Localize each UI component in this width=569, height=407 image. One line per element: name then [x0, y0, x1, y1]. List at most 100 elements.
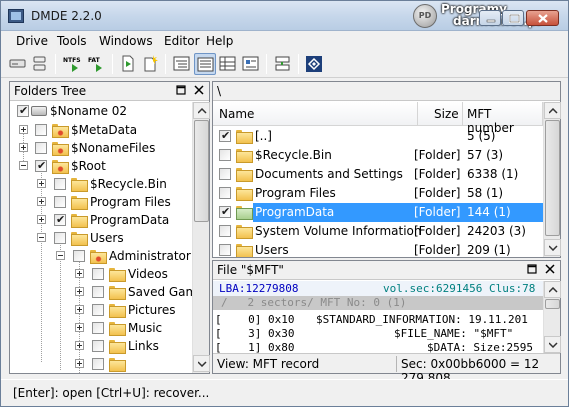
tree-item-root[interactable]: $Root — [10, 157, 192, 175]
tree-item-partial[interactable] — [10, 355, 192, 373]
scroll-thumb[interactable] — [545, 120, 560, 236]
tree-item-links[interactable]: Links — [10, 337, 192, 355]
file-checkbox[interactable] — [219, 187, 231, 199]
scroll-down-button[interactable] — [544, 239, 561, 256]
about-button[interactable] — [303, 53, 325, 75]
split-view-button[interactable] — [272, 53, 294, 75]
file-row-programdata[interactable]: ProgramData [Folder] 144 (1) — [213, 203, 543, 222]
scroll-up-button[interactable] — [193, 102, 210, 119]
pane-close-icon[interactable] — [194, 85, 205, 96]
tree-checkbox[interactable] — [92, 268, 104, 280]
view-mode-label[interactable]: View: MFT record — [217, 357, 319, 371]
tree-checkbox[interactable] — [73, 250, 85, 262]
partitions-button[interactable] — [29, 53, 51, 75]
tree-checkbox[interactable] — [92, 322, 104, 334]
scroll-up-button[interactable] — [544, 102, 561, 119]
title-bar[interactable]: DMDE 2.2.0 PD Programy darmo.net.pl — [1, 1, 568, 31]
scroll-thumb[interactable] — [194, 120, 209, 222]
expand-icon[interactable] — [75, 305, 84, 314]
menu-editor[interactable]: Editor — [164, 34, 200, 48]
tree-item-music[interactable]: Music — [10, 319, 192, 337]
folders-tree-scrollbar[interactable] — [192, 102, 210, 373]
tree-item-metadata[interactable]: $MetaData — [10, 121, 192, 139]
file-row-parent[interactable]: [..] 5 (5) — [213, 127, 543, 146]
tree-item-users[interactable]: Users — [10, 229, 192, 247]
disk-select-button[interactable] — [7, 53, 29, 75]
mft-record-view[interactable]: LBA:12279808 vol.sec:6291456 Clus:78 / 2… — [213, 281, 543, 353]
minimize-button[interactable] — [479, 10, 501, 26]
tree-item-recycle-bin[interactable]: $Recycle.Bin — [10, 175, 192, 193]
file-row-system-volume-information[interactable]: System Volume Information [Folder] 24203… — [213, 222, 543, 241]
scroll-thumb[interactable] — [545, 299, 560, 309]
fat-search-button[interactable]: FAT — [86, 53, 108, 75]
menu-tools[interactable]: Tools — [57, 34, 87, 48]
tree-checkbox[interactable] — [17, 104, 29, 117]
file-row-program-files[interactable]: Program Files [Folder] 58 (1) — [213, 184, 543, 203]
tree-item-program-files[interactable]: Program Files — [10, 193, 192, 211]
tree-checkbox[interactable] — [92, 286, 104, 298]
expand-icon[interactable] — [75, 323, 84, 332]
file-row-recycle-bin[interactable]: $Recycle.Bin [Folder] 57 (3) — [213, 146, 543, 165]
view-list-button[interactable] — [194, 53, 216, 75]
collapse-icon[interactable] — [19, 161, 28, 170]
expand-icon[interactable] — [75, 269, 84, 278]
expand-icon[interactable] — [19, 125, 28, 134]
view-hex-button[interactable] — [217, 53, 239, 75]
menu-windows[interactable]: Windows — [99, 34, 153, 48]
tree-item-nonamefiles[interactable]: $NonameFiles — [10, 139, 192, 157]
tree-item-saved-games[interactable]: Saved Gam — [10, 283, 192, 301]
maximize-button[interactable] — [502, 10, 524, 26]
menu-help[interactable]: Help — [206, 34, 233, 48]
column-header-name[interactable]: Name — [213, 102, 418, 126]
expand-icon[interactable] — [75, 287, 84, 296]
tree-item-noname-02[interactable]: $Noname 02 — [10, 102, 192, 120]
tree-checkbox[interactable] — [54, 178, 66, 190]
scroll-down-button[interactable] — [193, 355, 210, 372]
file-row-documents-and-settings[interactable]: Documents and Settings [Folder] 6338 (1) — [213, 165, 543, 184]
expand-icon[interactable] — [37, 215, 46, 224]
tree-checkbox[interactable] — [54, 232, 66, 244]
scroll-down-button[interactable] — [544, 336, 561, 353]
open-file-button[interactable] — [118, 53, 140, 75]
mft-record-scrollbar[interactable] — [543, 281, 561, 353]
close-button[interactable] — [526, 10, 559, 26]
tree-item-pictures[interactable]: Pictures — [10, 301, 192, 319]
pane-maximize-icon[interactable] — [527, 264, 538, 275]
pane-close-icon[interactable] — [545, 264, 556, 275]
tree-checkbox[interactable] — [92, 358, 104, 370]
tree-item-videos[interactable]: Videos — [10, 265, 192, 283]
file-row-users[interactable]: Users [Folder] 209 (1) — [213, 241, 543, 257]
properties-button[interactable] — [240, 53, 262, 75]
expand-icon[interactable] — [37, 179, 46, 188]
file-checkbox[interactable] — [219, 149, 231, 161]
expand-icon[interactable] — [37, 197, 46, 206]
file-checkbox[interactable] — [219, 129, 231, 142]
collapse-icon[interactable] — [56, 251, 65, 260]
tree-checkbox[interactable] — [35, 124, 47, 136]
expand-icon[interactable] — [75, 359, 84, 368]
column-header-size[interactable]: Size — [418, 102, 463, 126]
file-checkbox[interactable] — [219, 244, 231, 256]
tree-item-programdata[interactable]: ProgramData — [10, 211, 192, 229]
expand-icon[interactable] — [75, 341, 84, 350]
tree-checkbox[interactable] — [35, 142, 47, 154]
pane-maximize-icon[interactable] — [176, 85, 187, 96]
view-tree-button[interactable] — [171, 53, 193, 75]
ntfs-search-button[interactable]: NTFS — [61, 53, 85, 75]
file-checkbox[interactable] — [219, 205, 231, 218]
column-header-mft[interactable]: MFT number — [463, 102, 543, 135]
tree-checkbox[interactable] — [35, 159, 47, 172]
tree-checkbox[interactable] — [92, 340, 104, 352]
new-file-button[interactable] — [140, 53, 162, 75]
collapse-icon[interactable] — [37, 233, 46, 242]
tree-checkbox[interactable] — [54, 213, 66, 226]
tree-checkbox[interactable] — [54, 196, 66, 208]
menu-drive[interactable]: Drive — [16, 34, 48, 48]
file-checkbox[interactable] — [219, 225, 231, 237]
expand-icon[interactable] — [19, 143, 28, 152]
tree-checkbox[interactable] — [92, 304, 104, 316]
file-list-scrollbar[interactable] — [543, 102, 561, 257]
tree-item-administrator[interactable]: Administrator — [10, 247, 192, 265]
file-checkbox[interactable] — [219, 168, 231, 180]
scroll-up-button[interactable] — [544, 281, 561, 298]
